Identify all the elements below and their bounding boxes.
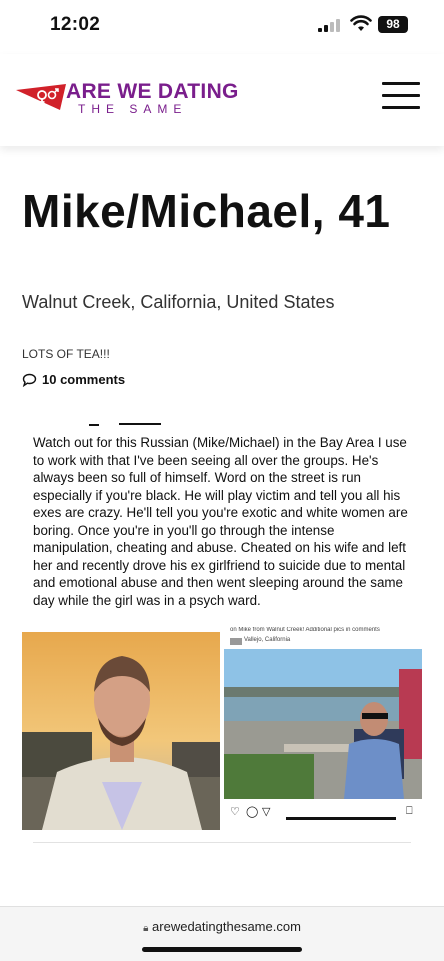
comment-bubble-icon	[22, 373, 37, 387]
clock: 12:02	[50, 14, 101, 35]
divider	[33, 842, 411, 843]
url-display[interactable]: 🔒︎ arewedatingthesame.com	[0, 919, 444, 934]
logo-subtext: THE SAME	[78, 102, 188, 116]
waterfront-photo	[224, 649, 422, 799]
logo-flag-icon	[16, 84, 66, 110]
post-body: Watch out for this Russian (Mike/Michael…	[33, 435, 408, 608]
lock-icon: 🔒︎	[143, 923, 149, 934]
site-header: ARE WE DATING THE SAME	[0, 54, 444, 146]
comment-icon[interactable]: ◯	[246, 805, 258, 818]
share-icon[interactable]: ▽	[262, 805, 270, 818]
post-title: Mike/Michael, 41	[22, 185, 391, 237]
instagram-location: Vallejo, California	[244, 637, 291, 643]
wifi-icon	[350, 15, 372, 31]
redaction-mark	[119, 423, 161, 425]
selfie-image	[22, 632, 220, 830]
browser-url-bar[interactable]: 🔒︎ arewedatingthesame.com	[0, 906, 444, 961]
redaction-mark	[89, 424, 99, 426]
bookmark-icon[interactable]: ⎕	[406, 805, 413, 818]
redaction-mark	[286, 817, 396, 820]
post-tagline: LOTS OF TEA!!!	[22, 347, 110, 361]
home-indicator[interactable]	[142, 947, 302, 952]
battery-icon: 98	[378, 16, 408, 33]
avatar	[230, 638, 242, 645]
url-text: arewedatingthesame.com	[152, 919, 301, 934]
hamburger-menu-button[interactable]	[382, 82, 420, 110]
post-location: Walnut Creek, California, United States	[22, 292, 335, 312]
photo-selfie[interactable]	[22, 632, 220, 830]
comments-count: 10 comments	[42, 372, 126, 387]
status-bar: 12:02 98	[0, 0, 444, 54]
instagram-caption: on Mike from Walnut Creek! Additional pi…	[230, 627, 380, 633]
cellular-signal-icon	[318, 18, 344, 32]
comments-link[interactable]: 10 comments	[22, 372, 125, 387]
logo-text: ARE WE DATING	[66, 80, 239, 103]
photo-instagram-post[interactable]: on Mike from Walnut Creek! Additional pi…	[224, 627, 422, 830]
heart-icon[interactable]: ♡	[230, 805, 240, 818]
